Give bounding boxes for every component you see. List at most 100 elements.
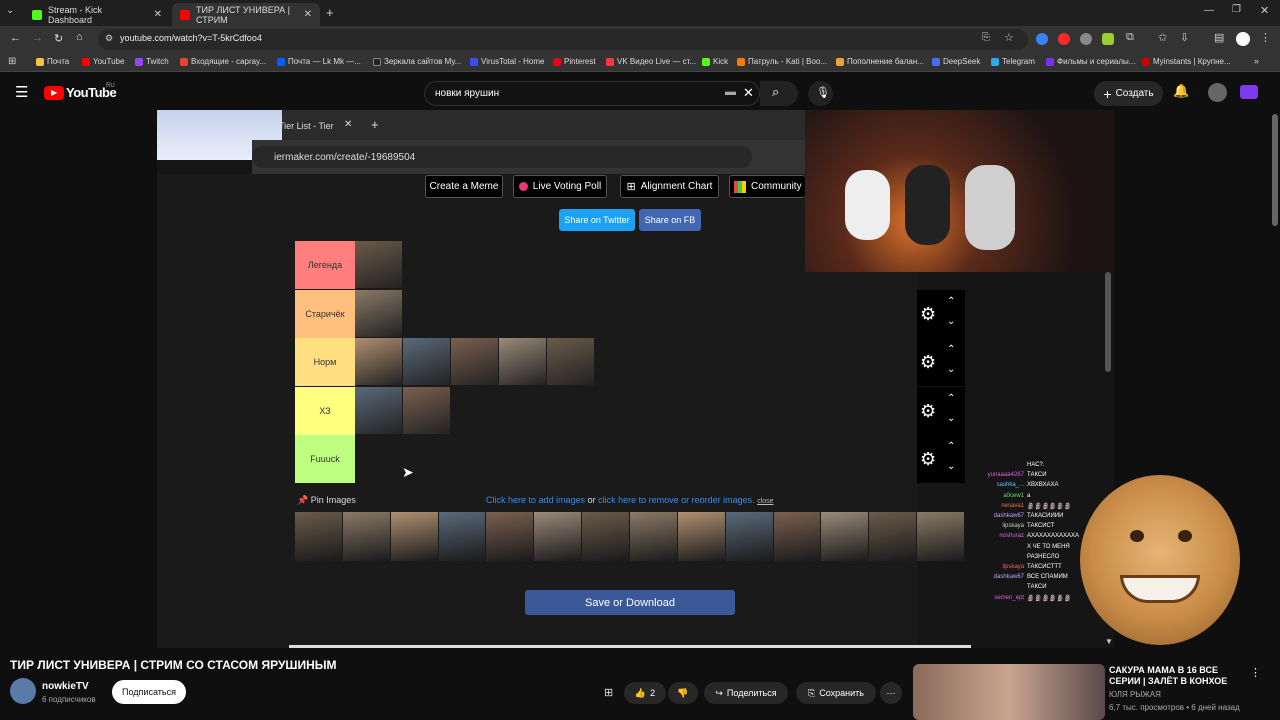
bookmark-item[interactable]: Kick	[702, 57, 728, 66]
share-button[interactable]: ↪ Поделиться	[704, 682, 788, 704]
back-icon[interactable]: ←	[10, 32, 21, 44]
move-up-icon[interactable]: ⌃	[947, 296, 955, 307]
clip-icon[interactable]: ⊞	[604, 686, 613, 699]
premium-icon[interactable]	[1240, 85, 1258, 99]
close-window-icon[interactable]: ✕	[1260, 4, 1269, 17]
bookmark-item[interactable]: Pinterest	[553, 57, 596, 66]
recommended-thumbnail[interactable]	[913, 664, 1105, 720]
more-actions-button[interactable]: ⋯	[880, 682, 902, 704]
move-down-icon[interactable]: ⌄	[947, 364, 955, 375]
scroll-down-icon[interactable]: ▼	[1105, 637, 1113, 646]
pool-image[interactable]	[773, 512, 821, 561]
recommended-title[interactable]: САКУРА МАМА В 16 ВСЕ СЕРИИ | ЗАЛЁТ В КОН…	[1109, 665, 1251, 687]
site-info-icon[interactable]: ⚙	[105, 33, 113, 44]
chat-scrollbar[interactable]	[1105, 272, 1111, 372]
bookmark-item[interactable]: VK Видео Live — ст...	[606, 57, 696, 66]
settings-gear-icon[interactable]: ⚙	[920, 449, 936, 470]
menu-icon[interactable]: ⋮	[1260, 31, 1271, 44]
extension-icon[interactable]	[1036, 33, 1048, 45]
notifications-bell-icon[interactable]: 🔔	[1173, 83, 1189, 99]
maximize-icon[interactable]: ❐	[1232, 4, 1241, 15]
bookmark-item[interactable]: Telegram	[991, 57, 1035, 66]
page-scrollbar[interactable]	[1272, 114, 1278, 226]
tier-image[interactable]	[403, 386, 450, 434]
hamburger-menu-icon[interactable]: ☰	[15, 83, 28, 101]
reorder-images-link[interactable]: click here to remove or reorder images.	[598, 495, 755, 505]
minimize-icon[interactable]: —	[1204, 5, 1214, 16]
close-icon[interactable]: ✕	[344, 119, 352, 130]
bookmark-item[interactable]: YouTube	[82, 57, 124, 66]
bookmark-item[interactable]: Myinstants | Крупне...	[1142, 57, 1231, 66]
subscribe-button[interactable]: Подписаться	[112, 680, 186, 704]
extension-icon[interactable]	[1080, 33, 1092, 45]
forward-icon[interactable]: →	[32, 32, 43, 44]
search-input[interactable]: новки ярушин ▬ ✕	[424, 81, 760, 106]
puzzle-icon[interactable]: ⧉	[1126, 31, 1134, 44]
tier-label[interactable]: Fuuuck	[295, 435, 355, 483]
clear-search-icon[interactable]: ✕	[743, 85, 754, 101]
settings-gear-icon[interactable]: ⚙	[920, 401, 936, 422]
install-icon[interactable]: ⎘	[982, 32, 990, 43]
bookmark-item[interactable]: Почта	[36, 57, 69, 66]
tier-image[interactable]	[355, 386, 402, 434]
download-icon[interactable]: ⇩	[1180, 31, 1189, 44]
pool-image[interactable]	[390, 512, 438, 561]
tier-label[interactable]: Легенда	[295, 241, 355, 289]
live-voting-poll-button[interactable]: Live Voting Poll	[513, 175, 607, 198]
inner-url-field[interactable]: iermaker.com/create/-19689504	[252, 146, 752, 168]
inner-tab-title[interactable]: Tier List - Tier	[279, 121, 334, 131]
tab-youtube[interactable]: ТИР ЛИСТ УНИВЕРА | СТРИМ ✕	[172, 3, 320, 26]
url-field[interactable]: ⚙ youtube.com/watch?v=T-5krCdfoo4 ⎘ ☆	[98, 29, 1028, 50]
tier-label[interactable]: Норм	[295, 338, 355, 386]
pool-image[interactable]	[821, 512, 869, 561]
channel-avatar[interactable]	[10, 678, 36, 704]
bookmark-item[interactable]: VirusTotal - Home	[470, 57, 544, 66]
settings-gear-icon[interactable]: ⚙	[920, 304, 936, 325]
settings-gear-icon[interactable]: ⚙	[920, 352, 936, 373]
pool-image[interactable]	[486, 512, 534, 561]
tier-label[interactable]: ХЗ	[295, 386, 355, 435]
avatar[interactable]	[1208, 83, 1227, 102]
bookmark-item[interactable]: Патруль - Kati | Boo...	[737, 57, 827, 66]
tab-kick[interactable]: Stream - Kick Dashboard ✕	[24, 3, 170, 26]
bookmark-item[interactable]: Фильмы и сериалы...	[1046, 57, 1135, 66]
reload-icon[interactable]: ↻	[54, 32, 63, 45]
alignment-chart-button[interactable]: ⊞ Alignment Chart	[620, 175, 719, 198]
save-button[interactable]: ⎘ Сохранить	[796, 682, 876, 704]
pool-image[interactable]	[725, 512, 773, 561]
tab-list-icon[interactable]: ⌄	[6, 5, 14, 16]
tier-image[interactable]	[355, 338, 402, 385]
tier-label[interactable]: Старичёк	[295, 289, 355, 338]
dislike-button[interactable]: 👎	[668, 682, 698, 704]
extension-icon[interactable]	[1058, 33, 1070, 45]
create-button[interactable]: + Создать	[1094, 81, 1163, 106]
close-icon[interactable]: ✕	[154, 9, 162, 20]
pool-image[interactable]	[677, 512, 725, 561]
pool-image[interactable]	[342, 512, 390, 561]
bookmark-item[interactable]: Пополнение балан...	[836, 57, 924, 66]
share-twitter-button[interactable]: Share on Twitter	[559, 209, 635, 231]
more-vert-icon[interactable]: ⋮	[1250, 666, 1261, 679]
channel-name[interactable]: nowkieTV	[42, 681, 89, 692]
pool-image[interactable]	[869, 512, 917, 561]
youtube-logo-icon[interactable]: ▶	[44, 86, 64, 100]
bookmark-star-icon[interactable]: ☆	[1004, 31, 1014, 44]
tier-image[interactable]	[547, 338, 594, 385]
profile-icon[interactable]	[1236, 32, 1250, 46]
bookmark-item[interactable]: Почта — Lk Mk —...	[277, 57, 361, 66]
search-button[interactable]: ⌕	[760, 81, 798, 106]
save-download-button[interactable]: Save or Download	[525, 590, 735, 615]
tier-image[interactable]	[499, 338, 546, 385]
tier-image[interactable]	[451, 338, 498, 385]
move-up-icon[interactable]: ⌃	[947, 441, 955, 452]
bookmark-item[interactable]: DeepSeek	[932, 57, 980, 66]
bookmark-item[interactable]: Twitch	[135, 57, 169, 66]
pool-image[interactable]	[630, 512, 677, 561]
move-up-icon[interactable]: ⌃	[947, 393, 955, 404]
sidebar-icon[interactable]: ▤	[1214, 31, 1224, 44]
move-down-icon[interactable]: ⌄	[947, 413, 955, 424]
create-meme-button[interactable]: Create a Meme	[425, 175, 503, 198]
favorites-icon[interactable]: ✩	[1158, 31, 1167, 44]
bookmark-item[interactable]: Зеркала сайтов Му...	[373, 57, 461, 66]
close-link[interactable]: close	[757, 498, 773, 505]
